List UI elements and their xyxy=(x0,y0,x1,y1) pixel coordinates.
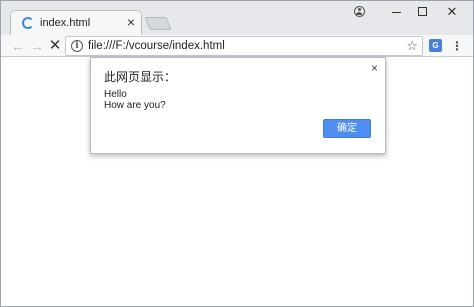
url-text[interactable]: file:///F:/vcourse/index.html xyxy=(88,40,225,52)
dialog-message-line: How are you? xyxy=(104,100,166,111)
forward-button[interactable]: → xyxy=(28,37,46,55)
bookmark-star-icon[interactable]: ☆ xyxy=(406,38,418,54)
alert-dialog: 此网页显示： × Hello How are you? 确定 xyxy=(90,57,386,154)
tab-close-icon[interactable]: × xyxy=(127,14,135,30)
dialog-message-line: Hello xyxy=(104,89,127,100)
dialog-message: Hello How are you? xyxy=(104,89,166,111)
address-bar[interactable]: i file:///F:/vcourse/index.html ☆ xyxy=(65,36,423,56)
maximize-icon xyxy=(418,7,427,16)
maximize-button[interactable] xyxy=(412,3,434,21)
ok-button[interactable]: 确定 xyxy=(323,119,371,138)
stop-icon: ✕ xyxy=(48,37,62,54)
profile-button[interactable] xyxy=(348,3,370,21)
loading-spinner-icon xyxy=(22,17,34,29)
menu-icon[interactable]: ⋮ xyxy=(451,38,463,54)
minimize-button[interactable] xyxy=(386,3,408,21)
info-icon[interactable]: i xyxy=(71,40,83,52)
window-close-button[interactable]: ✕ xyxy=(441,3,463,21)
arrow-right-icon: → xyxy=(30,38,44,54)
tab-title: index.html xyxy=(40,17,91,29)
profile-icon xyxy=(354,6,365,17)
browser-toolbar: ← → ✕ i file:///F:/vcourse/index.html ☆ … xyxy=(1,35,473,57)
dialog-close-icon[interactable]: × xyxy=(371,61,378,75)
tab-strip: index.html × ✕ xyxy=(1,1,473,35)
close-icon: ✕ xyxy=(446,4,458,19)
minimize-icon xyxy=(392,12,401,13)
dialog-title: 此网页显示： xyxy=(104,70,177,84)
back-button[interactable]: ← xyxy=(9,37,27,55)
tab-index-html[interactable]: index.html × xyxy=(10,10,142,35)
browser-window: index.html × ✕ ← → ✕ i file:///F:/vcours xyxy=(0,0,474,307)
new-tab-button[interactable] xyxy=(144,17,172,30)
translate-icon[interactable]: G xyxy=(429,39,442,52)
stop-loading-button[interactable]: ✕ xyxy=(46,37,64,55)
arrow-left-icon: ← xyxy=(11,38,25,54)
